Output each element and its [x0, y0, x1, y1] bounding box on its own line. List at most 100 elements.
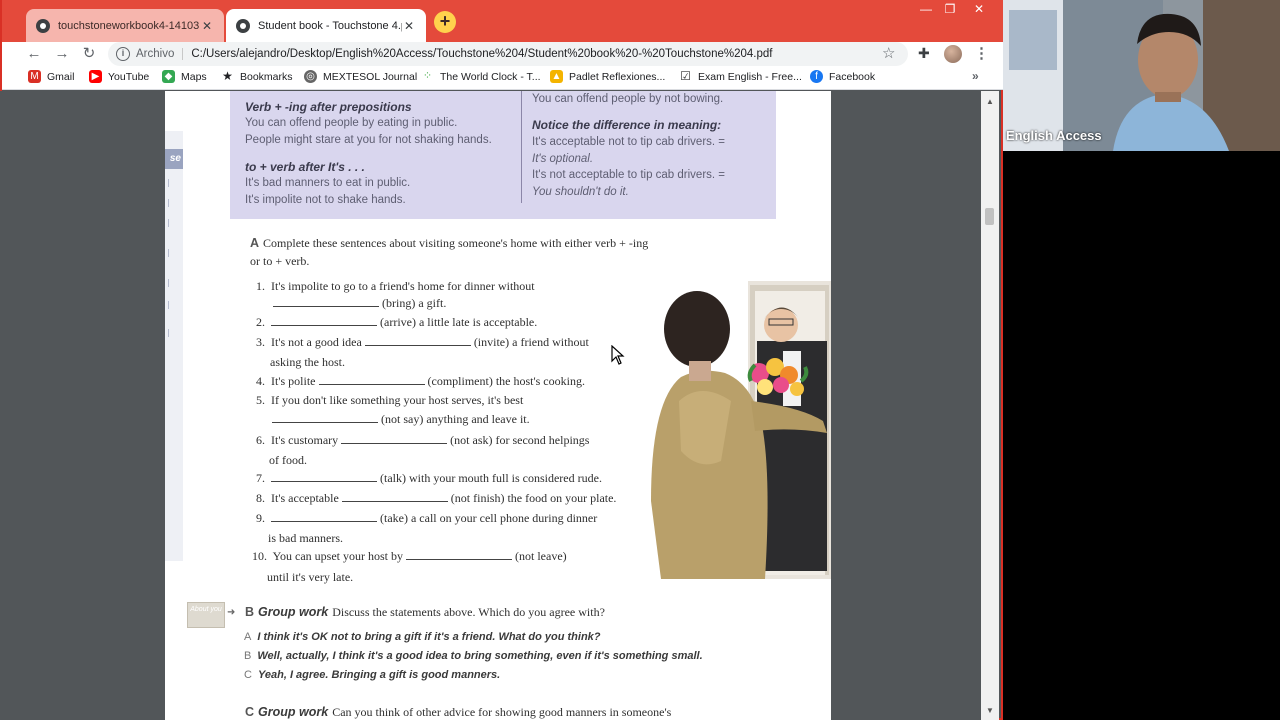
exercise-a-instruction-cont: or to + verb. — [250, 254, 310, 268]
answer-blank[interactable] — [341, 434, 448, 444]
minimize-button[interactable]: — — [913, 2, 939, 16]
tab-title: touchstoneworkbook4-1410311 — [58, 19, 200, 32]
reload-icon[interactable]: ↻ — [79, 44, 99, 64]
grammar-divider — [521, 91, 522, 203]
side-tick — [165, 219, 169, 227]
grammar-example: It's bad manners to eat in public. — [245, 177, 411, 189]
exercise-item-6: 6. It's customary (not ask) for second he… — [256, 433, 590, 447]
grammar-example: People might stare at you for not shakin… — [245, 134, 492, 146]
extensions-icon[interactable]: ✚ — [918, 45, 930, 62]
conversation-line-c: C Yeah, I agree. Bringing a gift is good … — [244, 669, 501, 681]
close-icon[interactable]: ✕ — [200, 19, 214, 33]
bookmark-mextesol[interactable]: ◎ MEXTESOL Journal — [304, 70, 417, 83]
grammar-top-right: You can offend people by not bowing. — [532, 93, 724, 105]
toolbar: ← → ↻ i Archivo C:/Users/alejandro/Deskt… — [2, 42, 1003, 66]
answer-blank[interactable] — [341, 492, 448, 502]
info-icon[interactable]: i — [116, 47, 130, 61]
video-tile: English Access — [1003, 0, 1280, 151]
answer-blank[interactable] — [364, 336, 471, 346]
exercise-item-10-cont: until it's very late. — [267, 570, 354, 584]
back-icon[interactable]: ← — [24, 44, 44, 64]
menu-icon[interactable]: ⋮ — [974, 44, 989, 62]
grammar-example: It's acceptable not to tip cab drivers. … — [532, 136, 726, 148]
scroll-up-icon[interactable]: ▲ — [981, 95, 999, 109]
exercise-item-7: 7. (talk) with your mouth full is consid… — [256, 471, 602, 485]
side-tick — [165, 279, 169, 287]
exercise-item-8: 8. It's acceptable (not finish) the food … — [256, 491, 617, 505]
more-bookmarks-icon[interactable]: » — [972, 69, 979, 83]
bookmark-padlet[interactable]: ▲ Padlet Reflexiones... — [550, 70, 665, 83]
bookmark-bookmarks[interactable]: ★ Bookmarks — [221, 69, 292, 83]
exercise-c-heading: C Group work Can you think of other advice… — [245, 705, 672, 719]
pdf-viewer[interactable]: You can offend people by not bowing. Ver… — [0, 91, 999, 720]
mouse-cursor-icon — [611, 345, 625, 365]
answer-blank[interactable] — [271, 472, 377, 482]
bookmark-worldclock[interactable]: ⁘ The World Clock - T... — [421, 70, 541, 83]
page-side-strip — [165, 131, 183, 561]
dinner-guest-illustration — [651, 281, 831, 579]
grammar-heading-ing: Verb + -ing after prepositions — [245, 100, 412, 114]
scrollbar-thumb[interactable] — [985, 208, 994, 225]
globe-icon — [236, 18, 250, 33]
bookmark-gmail[interactable]: M Gmail — [28, 70, 74, 83]
mextesol-icon: ◎ — [304, 70, 317, 83]
answer-blank[interactable] — [271, 512, 377, 522]
bookmark-star-icon[interactable]: ☆ — [882, 44, 895, 62]
exercise-item-5: 5. If you don't like something your host… — [256, 393, 524, 407]
bookmark-youtube[interactable]: ▶ YouTube — [89, 70, 149, 83]
exercise-item-10: 10. You can upset your host by (not leave… — [252, 549, 567, 563]
tab-student-book[interactable]: Student book - Touchstone 4.pdf ✕ — [226, 9, 426, 42]
maximize-button[interactable]: ❐ — [937, 2, 963, 16]
exercise-item-5-line2: (not say) anything and leave it. — [269, 412, 530, 427]
bookmarks-bar: M Gmail ▶ YouTube ◆ Maps ★ Bookmarks ◎ MEXTES… — [2, 66, 1003, 90]
exercise-item-3-cont: asking the host. — [270, 355, 345, 369]
youtube-icon: ▶ — [89, 70, 102, 83]
side-tab: se — [165, 149, 183, 169]
exercise-item-1: 1. It's impolite to go to a friend's hom… — [256, 279, 535, 293]
grammar-example: It's not acceptable to tip cab drivers. … — [532, 169, 726, 181]
side-tick — [165, 199, 169, 207]
participant-name: English Access — [1006, 128, 1102, 143]
checkbox-icon: ☑ — [680, 69, 691, 83]
answer-blank[interactable] — [406, 550, 513, 560]
gmail-icon: M — [28, 70, 41, 83]
vertical-scrollbar[interactable]: ▲ ▼ — [981, 91, 999, 720]
answer-blank[interactable] — [318, 375, 425, 385]
bookmark-exam-english[interactable]: ☑ Exam English - Free... — [679, 70, 802, 83]
facebook-icon: f — [810, 70, 823, 83]
exercise-a-instruction: A Complete these sentences about visiting… — [250, 236, 649, 250]
star-icon: ★ — [222, 69, 233, 83]
tab-workbook[interactable]: touchstoneworkbook4-1410311 ✕ — [26, 9, 224, 42]
forward-icon[interactable]: → — [52, 44, 72, 64]
answer-blank[interactable] — [273, 297, 379, 307]
side-tick — [165, 301, 169, 309]
bookmark-facebook[interactable]: f Facebook — [810, 70, 875, 83]
padlet-icon: ▲ — [550, 70, 563, 83]
grammar-example: You can offend people by eating in publi… — [245, 117, 458, 129]
url-text[interactable]: C:/Users/alejandro/Desktop/English%20Acc… — [191, 48, 772, 60]
exercise-item-1-line2: (bring) a gift. — [270, 296, 446, 311]
close-window-button[interactable]: ✕ — [966, 2, 992, 16]
conversation-line-a: AI think it's OK not to bring a gift if … — [244, 631, 601, 643]
grammar-example: You shouldn't do it. — [532, 186, 629, 198]
tab-strip: touchstoneworkbook4-1410311 ✕ Student bo… — [2, 0, 1005, 42]
exercise-item-6-cont: of food. — [269, 453, 307, 467]
tab-title: Student book - Touchstone 4.pdf — [258, 19, 402, 32]
grammar-heading-to: to + verb after It's . . . — [245, 160, 365, 174]
profile-avatar[interactable] — [944, 45, 962, 63]
side-tick — [165, 179, 169, 187]
answer-blank[interactable] — [272, 413, 378, 423]
grammar-example: It's optional. — [532, 153, 594, 165]
scheme-label: Archivo — [136, 48, 184, 60]
new-tab-button[interactable]: + — [434, 11, 456, 33]
exercise-b-heading: B Group work Discuss the statements above.… — [245, 605, 605, 619]
address-bar[interactable]: i Archivo C:/Users/alejandro/Desktop/Eng… — [108, 42, 908, 66]
bookmark-maps[interactable]: ◆ Maps — [162, 70, 207, 83]
scroll-down-icon[interactable]: ▼ — [981, 704, 999, 718]
video-panel-background — [1003, 151, 1280, 720]
answer-blank[interactable] — [271, 316, 377, 326]
arrow-icon: ➜ — [227, 607, 236, 618]
close-icon[interactable]: ✕ — [402, 19, 416, 33]
side-tick — [165, 249, 169, 257]
side-tick — [165, 329, 169, 337]
